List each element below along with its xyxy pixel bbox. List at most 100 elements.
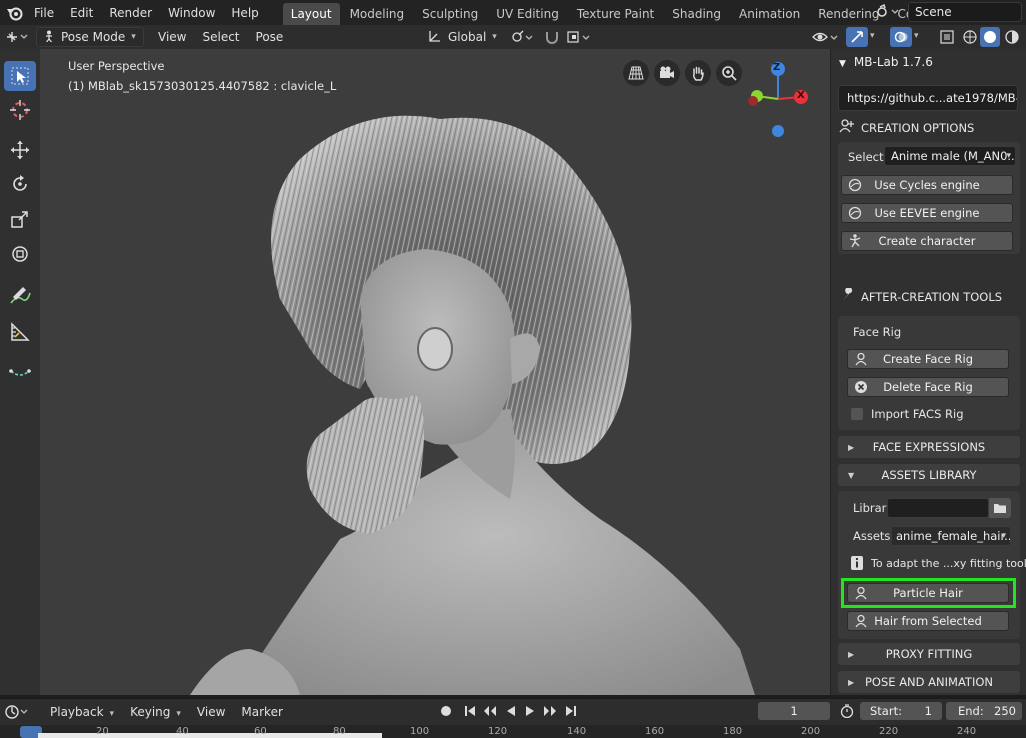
- ruler-tick: 200: [801, 726, 821, 737]
- solid-shading-icon[interactable]: [980, 27, 1000, 47]
- assets-select-dropdown[interactable]: anime_female_hair... ▾: [891, 526, 1011, 546]
- scale-tool[interactable]: [4, 204, 36, 234]
- wireframe-shading-icon[interactable]: [962, 29, 978, 48]
- create-character-button[interactable]: Create character: [841, 231, 1013, 251]
- 3d-viewport[interactable]: User Perspective (1) MBlab_sk1573030125.…: [40, 49, 830, 695]
- after-creation-header: AFTER-CREATION TOOLS: [841, 287, 1002, 305]
- toggle-camera-grid-icon[interactable]: [623, 60, 649, 86]
- timeline-menu-keying[interactable]: Keying ▾: [122, 705, 189, 719]
- snap-icon[interactable]: [544, 29, 560, 48]
- transform-orientation-dropdown[interactable]: Global ▾: [422, 27, 502, 47]
- menu-file[interactable]: File: [26, 2, 62, 24]
- viewport-menu-select[interactable]: Select: [194, 30, 247, 44]
- tab-modeling[interactable]: Modeling: [342, 3, 413, 25]
- assets-library-subpanel[interactable]: ▼ ASSETS LIBRARY: [838, 464, 1020, 486]
- stopwatch-icon[interactable]: [839, 703, 855, 719]
- top-menu-bar: File Edit Render Window Help Layout Mode…: [0, 0, 1026, 25]
- material-shading-icon[interactable]: [1004, 29, 1020, 48]
- blender-logo-icon[interactable]: [4, 2, 26, 24]
- ruler-tick: 60: [254, 726, 267, 737]
- end-frame-field[interactable]: End: 250: [946, 702, 1022, 720]
- scene-icon[interactable]: [876, 3, 902, 22]
- hair-from-selected-label: Hair from Selected: [874, 614, 982, 628]
- timeline-menu-marker[interactable]: Marker: [233, 705, 290, 719]
- scene-selector[interactable]: Scene: [876, 2, 1022, 22]
- viewport-menu-view[interactable]: View: [150, 30, 194, 44]
- move-tool[interactable]: [4, 135, 36, 165]
- ruler-tick: 140: [567, 726, 587, 737]
- jump-start-icon[interactable]: [462, 703, 478, 719]
- annotate-tool[interactable]: [4, 280, 36, 310]
- timeline-menu-playback[interactable]: Playback ▾: [42, 705, 122, 719]
- end-value: 250: [994, 704, 1016, 718]
- panel-title: MB-Lab 1.7.6: [853, 55, 933, 69]
- gizmo-x-label: X: [797, 90, 805, 101]
- record-icon[interactable]: [438, 703, 454, 719]
- bone-envelope-tool[interactable]: [4, 356, 36, 386]
- editor-type-icon[interactable]: [4, 29, 32, 45]
- next-keyframe-icon[interactable]: [542, 703, 558, 719]
- play-icon[interactable]: [522, 703, 538, 719]
- camera-view-icon[interactable]: [654, 60, 680, 86]
- cursor-tool[interactable]: [4, 95, 36, 125]
- rotate-tool[interactable]: [4, 169, 36, 199]
- pivot-point-icon[interactable]: [510, 29, 536, 48]
- tab-layout[interactable]: Layout: [282, 3, 340, 25]
- overlays-icon[interactable]: [890, 27, 912, 47]
- timeline-ruler[interactable]: 20 40 60 80 100 120 140 160 180 200 220 …: [0, 725, 1026, 738]
- tab-animation[interactable]: Animation: [731, 3, 808, 25]
- menu-render[interactable]: Render: [101, 2, 160, 24]
- jump-end-icon[interactable]: [563, 703, 579, 719]
- visibility-eye-icon[interactable]: [812, 29, 842, 48]
- tab-uv-editing[interactable]: UV Editing: [488, 3, 567, 25]
- pan-hand-icon[interactable]: [685, 60, 711, 86]
- gizmo-dropdown-icon[interactable]: ▾: [870, 31, 875, 41]
- play-reverse-icon[interactable]: [503, 703, 519, 719]
- timeline-menu-view[interactable]: View: [189, 705, 233, 719]
- prev-keyframe-icon[interactable]: [482, 703, 498, 719]
- expand-triangle-icon: ▶: [848, 442, 855, 452]
- proxy-fitting-subpanel[interactable]: ▶ PROXY FITTING: [838, 643, 1020, 665]
- zoom-magnifier-icon[interactable]: [716, 60, 742, 86]
- timeline-editor-icon[interactable]: [4, 704, 32, 720]
- face-expressions-subpanel[interactable]: ▶ FACE EXPRESSIONS: [838, 436, 1020, 458]
- menu-edit[interactable]: Edit: [62, 2, 101, 24]
- menu-window[interactable]: Window: [160, 2, 223, 24]
- use-cycles-button[interactable]: Use Cycles engine: [841, 175, 1013, 195]
- xray-icon[interactable]: [940, 30, 954, 47]
- measure-tool[interactable]: [4, 317, 36, 347]
- use-eevee-button[interactable]: Use EEVEE engine: [841, 203, 1013, 223]
- tab-sculpting[interactable]: Sculpting: [414, 3, 486, 25]
- ruler-tick: 100: [410, 726, 430, 737]
- library-path-field[interactable]: [887, 498, 989, 518]
- panel-header[interactable]: ▼ MB-Lab 1.7.6: [839, 55, 933, 69]
- import-facs-checkbox[interactable]: [851, 408, 863, 420]
- chevron-down-icon: ▾: [176, 709, 181, 719]
- select-box-tool[interactable]: [4, 61, 36, 91]
- folder-browse-icon[interactable]: [989, 498, 1011, 518]
- tool-shelf: [0, 49, 40, 695]
- mode-dropdown[interactable]: Pose Mode ▾: [36, 27, 144, 47]
- render-sphere-icon: [848, 206, 862, 220]
- url-field[interactable]: https://github.c...ate1978/MB-Lab: [838, 85, 1018, 111]
- proportional-edit-icon[interactable]: [566, 29, 594, 48]
- add-user-icon: [839, 119, 855, 136]
- overlays-dropdown-icon[interactable]: ▾: [914, 31, 919, 41]
- start-frame-field[interactable]: Start: 1: [860, 702, 942, 720]
- delete-face-rig-button[interactable]: Delete Face Rig: [847, 377, 1009, 397]
- navigation-gizmo[interactable]: Z X: [745, 59, 815, 139]
- viewport-menu-pose[interactable]: Pose: [248, 30, 292, 44]
- scene-name-field[interactable]: Scene: [908, 2, 1022, 22]
- assets-select-value: anime_female_hair...: [896, 529, 1011, 543]
- tab-texture-paint[interactable]: Texture Paint: [569, 3, 662, 25]
- gizmo-toggle-icon[interactable]: [846, 27, 868, 47]
- create-face-rig-button[interactable]: Create Face Rig: [847, 349, 1009, 369]
- hair-from-selected-button[interactable]: Hair from Selected: [847, 611, 1009, 631]
- pose-animation-subpanel[interactable]: ▶ POSE AND ANIMATION: [838, 671, 1020, 693]
- current-frame-field[interactable]: 1: [758, 702, 830, 720]
- viewport-header-right: ▾ ▾: [812, 25, 1026, 49]
- menu-help[interactable]: Help: [223, 2, 266, 24]
- tab-shading[interactable]: Shading: [664, 3, 729, 25]
- character-select-dropdown[interactable]: Anime male (M_AN0... ▾: [884, 146, 1016, 166]
- transform-tool[interactable]: [4, 239, 36, 269]
